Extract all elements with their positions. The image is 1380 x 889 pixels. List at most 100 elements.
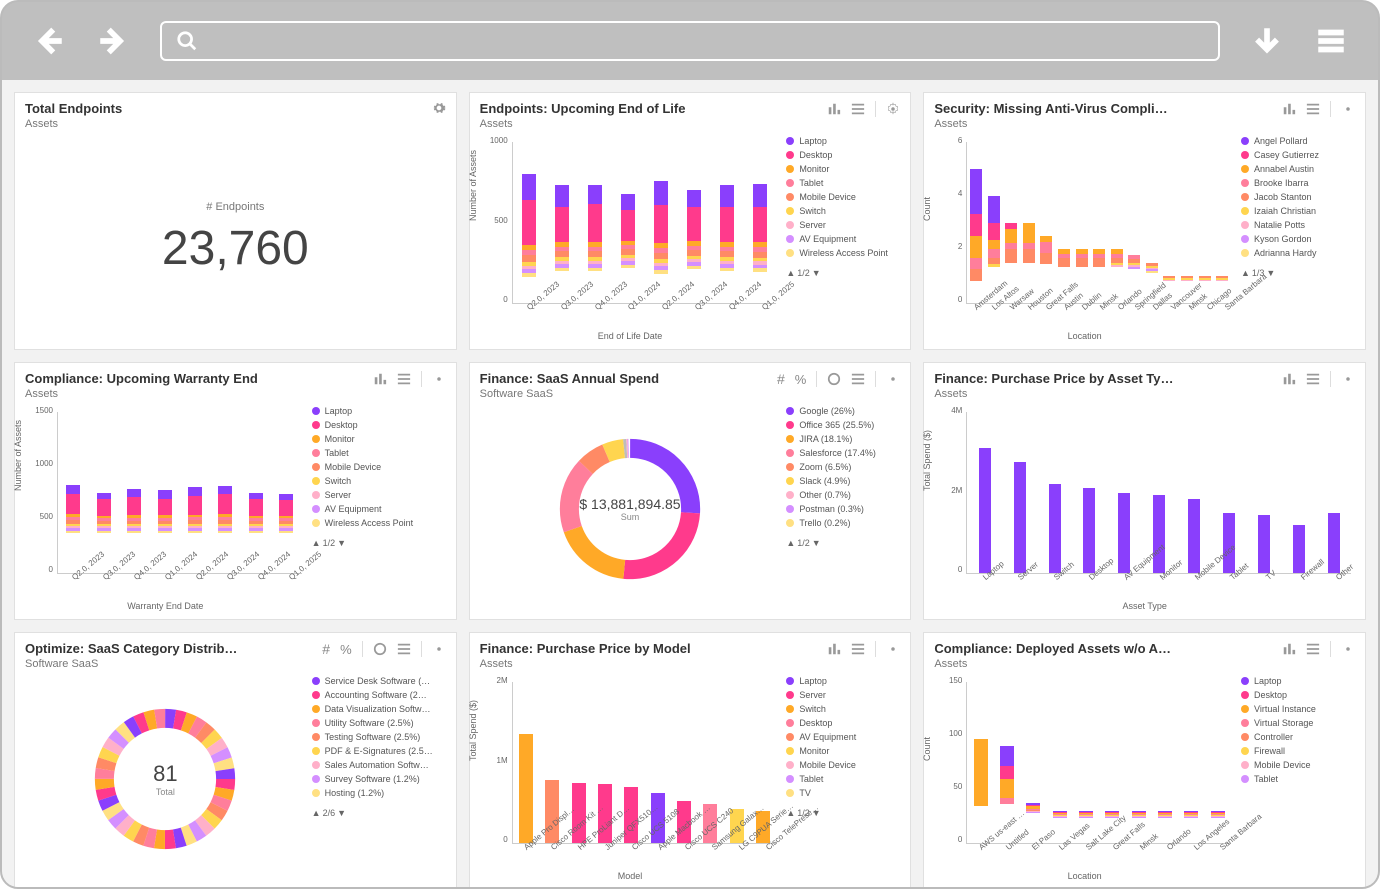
legend-item[interactable]: Office 365 (25.5%) bbox=[786, 420, 900, 430]
bar-chart-icon[interactable] bbox=[373, 372, 387, 386]
hash-icon[interactable]: # bbox=[322, 641, 330, 657]
pager[interactable]: ▲ 2/6 ▼ bbox=[312, 808, 446, 818]
legend-item[interactable]: Sales Automation Softw… bbox=[312, 760, 446, 770]
bar-chart-icon[interactable] bbox=[1282, 642, 1296, 656]
gear-icon[interactable] bbox=[432, 101, 446, 115]
legend-item[interactable]: Izaiah Christian bbox=[1241, 206, 1355, 216]
legend-item[interactable]: Server bbox=[786, 690, 900, 700]
list-icon[interactable] bbox=[397, 372, 411, 386]
legend-item[interactable]: Virtual Instance bbox=[1241, 704, 1355, 714]
menu-icon[interactable] bbox=[1314, 24, 1348, 58]
address-bar[interactable] bbox=[160, 21, 1220, 61]
list-icon[interactable] bbox=[1306, 372, 1320, 386]
legend-item[interactable]: Laptop bbox=[1241, 676, 1355, 686]
legend-item[interactable]: Monitor bbox=[312, 434, 446, 444]
legend-item[interactable]: Switch bbox=[786, 704, 900, 714]
legend-item[interactable]: Server bbox=[312, 490, 446, 500]
legend-item[interactable]: Wireless Access Point bbox=[786, 248, 900, 258]
legend-item[interactable]: Monitor bbox=[786, 164, 900, 174]
legend-item[interactable]: Survey Software (1.2%) bbox=[312, 774, 446, 784]
forward-icon[interactable] bbox=[96, 24, 130, 58]
legend-item[interactable]: Mobile Device bbox=[786, 192, 900, 202]
legend-item[interactable]: Accounting Software (2… bbox=[312, 690, 446, 700]
legend-item[interactable]: Salesforce (17.4%) bbox=[786, 448, 900, 458]
legend-item[interactable]: Slack (4.9%) bbox=[786, 476, 900, 486]
legend-item[interactable]: Laptop bbox=[786, 676, 900, 686]
legend-item[interactable]: AV Equipment bbox=[786, 732, 900, 742]
legend-item[interactable]: Brooke Ibarra bbox=[1241, 178, 1355, 188]
legend-item[interactable]: Postman (0.3%) bbox=[786, 504, 900, 514]
legend-item[interactable]: Casey Gutierrez bbox=[1241, 150, 1355, 160]
donut-icon[interactable] bbox=[827, 372, 841, 386]
list-icon[interactable] bbox=[1306, 642, 1320, 656]
legend-item[interactable]: Annabel Austin bbox=[1241, 164, 1355, 174]
pager[interactable]: ▲ 1/2 ▼ bbox=[312, 538, 446, 548]
legend-item[interactable]: Zoom (6.5%) bbox=[786, 462, 900, 472]
legend-item[interactable]: Desktop bbox=[1241, 690, 1355, 700]
gear-icon[interactable] bbox=[432, 372, 446, 386]
legend-item[interactable]: Google (26%) bbox=[786, 406, 900, 416]
bar-chart-icon[interactable] bbox=[827, 102, 841, 116]
legend-item[interactable]: Wireless Access Point bbox=[312, 518, 446, 528]
legend-item[interactable]: PDF & E-Signatures (2.5… bbox=[312, 746, 446, 756]
legend-item[interactable]: Service Desk Software (… bbox=[312, 676, 446, 686]
legend-item[interactable]: Desktop bbox=[786, 718, 900, 728]
pager[interactable]: ▲ 1/2 ▼ bbox=[786, 268, 900, 278]
legend-item[interactable]: Switch bbox=[312, 476, 446, 486]
legend-item[interactable]: Switch bbox=[786, 206, 900, 216]
gear-icon[interactable] bbox=[432, 642, 446, 656]
bar-chart-icon[interactable] bbox=[1282, 372, 1296, 386]
gear-icon[interactable] bbox=[886, 642, 900, 656]
legend-item[interactable]: Virtual Storage bbox=[1241, 718, 1355, 728]
legend-item[interactable]: Data Visualization Softw… bbox=[312, 704, 446, 714]
legend-item[interactable]: Desktop bbox=[786, 150, 900, 160]
bar-chart-icon[interactable] bbox=[827, 642, 841, 656]
legend-item[interactable]: Tablet bbox=[786, 774, 900, 784]
bar-chart-icon[interactable] bbox=[1282, 102, 1296, 116]
gear-icon[interactable] bbox=[1341, 372, 1355, 386]
legend-item[interactable]: Kyson Gordon bbox=[1241, 234, 1355, 244]
legend-item[interactable]: JIRA (18.1%) bbox=[786, 434, 900, 444]
legend-item[interactable]: Firewall bbox=[1241, 746, 1355, 756]
gear-icon[interactable] bbox=[1341, 642, 1355, 656]
donut-icon[interactable] bbox=[373, 642, 387, 656]
gear-icon[interactable] bbox=[1341, 102, 1355, 116]
legend-item[interactable]: Other (0.7%) bbox=[786, 490, 900, 500]
legend-item[interactable]: Utility Software (2.5%) bbox=[312, 718, 446, 728]
legend-item[interactable]: Mobile Device bbox=[1241, 760, 1355, 770]
legend-item[interactable]: Laptop bbox=[786, 136, 900, 146]
download-icon[interactable] bbox=[1250, 24, 1284, 58]
list-icon[interactable] bbox=[851, 642, 865, 656]
percent-icon[interactable]: % bbox=[795, 372, 807, 387]
legend-item[interactable]: Adrianna Hardy bbox=[1241, 248, 1355, 258]
legend-item[interactable]: Server bbox=[786, 220, 900, 230]
legend-item[interactable]: Monitor bbox=[786, 746, 900, 756]
legend-item[interactable]: Jacob Stanton bbox=[1241, 192, 1355, 202]
list-icon[interactable] bbox=[1306, 102, 1320, 116]
percent-icon[interactable]: % bbox=[340, 642, 352, 657]
legend-item[interactable]: Testing Software (2.5%) bbox=[312, 732, 446, 742]
legend-item[interactable]: Trello (0.2%) bbox=[786, 518, 900, 528]
legend-item[interactable]: Laptop bbox=[312, 406, 446, 416]
gear-icon[interactable] bbox=[886, 102, 900, 116]
pager[interactable]: ▲ 1/2 ▼ bbox=[786, 538, 900, 548]
legend-item[interactable]: TV bbox=[786, 788, 900, 798]
list-icon[interactable] bbox=[397, 642, 411, 656]
legend-item[interactable]: Natalie Potts bbox=[1241, 220, 1355, 230]
gear-icon[interactable] bbox=[886, 372, 900, 386]
back-icon[interactable] bbox=[32, 24, 66, 58]
legend-item[interactable]: Hosting (1.2%) bbox=[312, 788, 446, 798]
legend-item[interactable]: Desktop bbox=[312, 420, 446, 430]
hash-icon[interactable]: # bbox=[777, 371, 785, 387]
legend-item[interactable]: Tablet bbox=[786, 178, 900, 188]
legend-item[interactable]: Angel Pollard bbox=[1241, 136, 1355, 146]
legend-item[interactable]: Mobile Device bbox=[786, 760, 900, 770]
list-icon[interactable] bbox=[851, 372, 865, 386]
legend-item[interactable]: Mobile Device bbox=[312, 462, 446, 472]
legend-item[interactable]: Tablet bbox=[312, 448, 446, 458]
list-icon[interactable] bbox=[851, 102, 865, 116]
legend-item[interactable]: Controller bbox=[1241, 732, 1355, 742]
legend-item[interactable]: AV Equipment bbox=[312, 504, 446, 514]
legend-item[interactable]: AV Equipment bbox=[786, 234, 900, 244]
legend-item[interactable]: Tablet bbox=[1241, 774, 1355, 784]
